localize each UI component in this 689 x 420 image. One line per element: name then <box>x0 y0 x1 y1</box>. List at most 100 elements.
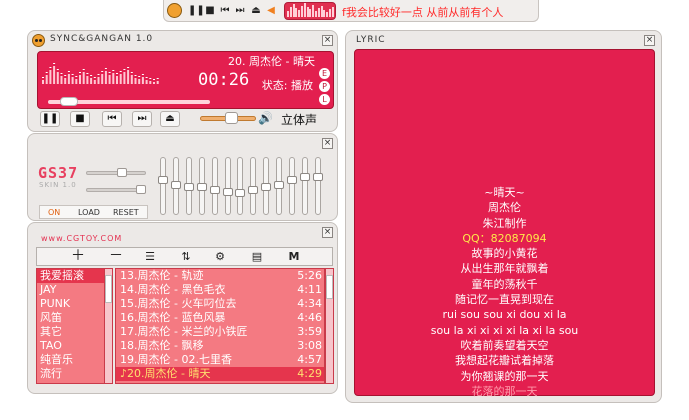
eq-band-slider[interactable] <box>248 157 259 215</box>
sort-icon[interactable]: ⇅ <box>171 249 201 264</box>
eq-band-knob[interactable] <box>287 175 297 184</box>
eq-band-knob[interactable] <box>274 180 285 189</box>
spectrum-bar <box>156 81 159 84</box>
category-item[interactable]: 我爱摇滚 <box>37 269 112 283</box>
category-item[interactable]: 其它 <box>37 325 112 339</box>
song-row[interactable]: 17.周杰伦 - 米兰的小铁匠 3:59 <box>116 325 324 339</box>
next-button[interactable]: ⏭ <box>132 111 152 127</box>
lyric-window: LYRIC × ~晴天~ 周杰伦 朱江制作 QQ：82087094 故事的小黄花 从出生那… <box>345 30 662 403</box>
eject-icon[interactable]: ⏏ <box>250 5 262 17</box>
list-icon[interactable]: ☰ <box>135 249 165 264</box>
lyric-toggle-button[interactable]: L <box>319 94 330 105</box>
song-list: 13.周杰伦 - 轨迹 5:26 14.周杰伦 - 黑色毛衣 4:11 15.周杰伦… <box>115 268 325 384</box>
eq-band-slider[interactable] <box>196 157 207 215</box>
eq-band-knob[interactable] <box>158 175 168 184</box>
play-status: 状态: 播放 <box>261 79 313 92</box>
next-icon[interactable]: ⏭ <box>234 5 246 17</box>
eq-band-knob[interactable] <box>261 183 272 191</box>
song-scroll-thumb[interactable] <box>326 275 333 299</box>
spectrum-peak <box>153 79 155 80</box>
eq-band-slider[interactable] <box>312 157 323 215</box>
eq-band-slider[interactable] <box>235 157 246 215</box>
eq-band-slider[interactable] <box>299 157 310 215</box>
previous-button[interactable]: ⏮ <box>102 111 122 127</box>
close-icon[interactable]: × <box>322 227 333 238</box>
category-item[interactable]: PUNK <box>37 297 112 311</box>
eq-toggle-button[interactable]: E <box>319 68 330 79</box>
stop-icon[interactable]: ■ <box>204 5 216 17</box>
remove-icon[interactable]: － <box>101 249 131 264</box>
eq-band-slider[interactable] <box>274 157 285 215</box>
spectrum-peak <box>75 76 78 77</box>
preamp-knob[interactable] <box>116 168 127 177</box>
lyric-panel: ~晴天~ 周杰伦 朱江制作 QQ：82087094 故事的小黄花 从出生那年就飘着 童年的荡… <box>354 49 655 398</box>
lyric-line: ~晴天~ <box>484 186 525 199</box>
spectrum-bar <box>130 75 133 84</box>
eq-band-slider[interactable] <box>222 157 233 215</box>
category-item[interactable]: TAO <box>37 339 112 353</box>
spectrum-bar <box>75 79 78 84</box>
progress-knob[interactable] <box>60 97 79 106</box>
volume-knob[interactable] <box>225 112 239 124</box>
category-item[interactable]: 纯音乐 <box>37 353 112 367</box>
eq-band-knob[interactable] <box>299 173 310 181</box>
tools-icon[interactable]: ⚙ <box>205 249 235 264</box>
eq-band-slider[interactable] <box>170 157 181 215</box>
category-item[interactable]: JAY <box>37 283 112 297</box>
eq-band-knob[interactable] <box>196 183 207 191</box>
eq-band-slider[interactable] <box>261 157 272 215</box>
song-row[interactable]: 18.周杰伦 - 飘移 3:08 <box>116 339 324 353</box>
eq-band-knob[interactable] <box>248 185 259 194</box>
eq-on-button[interactable]: ON <box>48 208 60 217</box>
eq-band-slider[interactable] <box>183 157 194 215</box>
spectrum-peak <box>64 75 67 76</box>
eq-band-knob[interactable] <box>183 183 194 191</box>
spectrum-bar <box>60 76 63 84</box>
song-title: 16.周杰伦 - 蓝色风暴 <box>120 311 226 324</box>
song-row[interactable]: 19.周杰伦 - 02.七里香 4:57 <box>116 353 324 367</box>
eq-band-knob[interactable] <box>222 188 233 196</box>
song-row[interactable]: 16.周杰伦 - 蓝色风暴 4:46 <box>116 311 324 325</box>
balance-knob[interactable] <box>136 185 147 194</box>
eq-band-knob[interactable] <box>312 173 323 181</box>
spectrum-peak <box>90 75 93 76</box>
spectrum-bar <box>64 78 67 84</box>
song-duration: 5:26 <box>297 269 322 282</box>
menu-icon[interactable]: M <box>279 249 309 264</box>
song-title: 13.周杰伦 - 轨迹 <box>120 269 204 282</box>
mini-spectrum-bar <box>320 6 323 17</box>
eq-band-knob[interactable] <box>209 185 220 194</box>
eq-band-slider[interactable] <box>209 157 220 215</box>
pause-button[interactable]: ❚❚ <box>40 111 60 127</box>
eq-band-slider[interactable] <box>287 157 297 215</box>
playing-marker: ♪ <box>120 367 128 380</box>
eq-band-knob[interactable] <box>235 189 246 197</box>
spectrum-peak <box>45 72 48 73</box>
eq-reset-button[interactable]: RESET <box>113 208 139 217</box>
pause-icon[interactable]: ❚❚ <box>188 5 205 17</box>
app-logo-icon[interactable] <box>167 3 182 18</box>
eq-band-knob[interactable] <box>170 180 181 189</box>
volume-icon[interactable]: ◀ <box>265 5 277 17</box>
close-icon[interactable]: × <box>322 35 333 46</box>
eq-load-button[interactable]: LOAD <box>78 208 100 217</box>
eject-button[interactable]: ⏏ <box>160 111 180 127</box>
file-icon[interactable]: ▤ <box>242 249 272 264</box>
playlist-toggle-button[interactable]: P <box>319 81 330 92</box>
close-icon[interactable]: × <box>644 35 655 46</box>
song-row[interactable]: 14.周杰伦 - 黑色毛衣 4:11 <box>116 283 324 297</box>
close-icon[interactable]: × <box>322 138 333 149</box>
spectrum-bar <box>119 74 122 84</box>
category-item[interactable]: 风笛 <box>37 311 112 325</box>
mini-spectrum-bar <box>317 8 320 17</box>
stop-button[interactable]: ■ <box>70 111 90 127</box>
category-scroll-thumb[interactable] <box>105 275 112 303</box>
prev-icon[interactable]: ⏮ <box>219 5 231 17</box>
spectrum-peak <box>60 73 63 74</box>
category-item[interactable]: 流行 <box>37 367 112 381</box>
eq-band-slider[interactable] <box>158 157 168 215</box>
add-icon[interactable]: ＋ <box>63 249 93 264</box>
song-row[interactable]: 13.周杰伦 - 轨迹 5:26 <box>116 269 324 283</box>
song-row[interactable]: ♪20.周杰伦 - 晴天 4:29 <box>116 367 324 381</box>
song-row[interactable]: 15.周杰伦 - 火车叼位去 4:34 <box>116 297 324 311</box>
